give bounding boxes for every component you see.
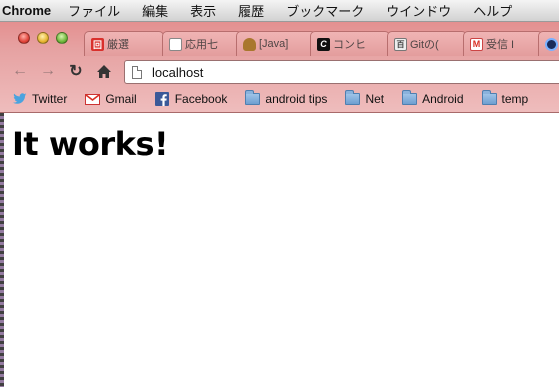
menu-edit[interactable]: 編集 bbox=[142, 1, 168, 20]
browser-frame: 回 厳選 応用七 [Java] C コンヒ 百 Gitの( M 受信 I ← → bbox=[0, 22, 559, 113]
bookmark-gmail[interactable]: Gmail bbox=[85, 92, 137, 106]
bookmark-label: temp bbox=[501, 92, 529, 106]
tab-label: [Java] bbox=[259, 38, 289, 50]
tab-5[interactable]: 百 Gitの( bbox=[387, 31, 467, 56]
tab-label: Gitの( bbox=[410, 39, 439, 51]
tab-4[interactable]: C コンヒ bbox=[310, 31, 390, 56]
bookmark-folder-android[interactable]: Android bbox=[402, 90, 464, 106]
gmail-icon: M bbox=[470, 37, 483, 51]
bookmark-label: Android bbox=[422, 92, 464, 106]
bookmark-folder-temp[interactable]: temp bbox=[481, 90, 529, 106]
menu-help[interactable]: ヘルプ bbox=[473, 1, 512, 20]
menu-window[interactable]: ウインドウ bbox=[386, 1, 451, 20]
menu-bookmarks[interactable]: ブックマーク bbox=[286, 1, 364, 20]
mac-menu-bar: Chrome ファイル 編集 表示 履歴 ブックマーク ウインドウ ヘルプ bbox=[0, 0, 559, 22]
folder-icon bbox=[245, 90, 261, 106]
page-icon bbox=[132, 65, 142, 79]
red-logo-icon: 回 bbox=[91, 37, 104, 51]
menu-file[interactable]: ファイル bbox=[68, 1, 120, 20]
bookmark-folder-net[interactable]: Net bbox=[345, 90, 385, 106]
folder-icon bbox=[345, 90, 361, 106]
tab-label: 厳選 bbox=[107, 39, 129, 51]
bookmark-label: Twitter bbox=[32, 92, 68, 106]
tab-6[interactable]: M 受信 I bbox=[463, 31, 543, 56]
home-icon[interactable] bbox=[95, 62, 113, 80]
facebook-icon bbox=[155, 92, 170, 106]
folder-icon bbox=[481, 90, 497, 106]
bookmark-folder-android-tips[interactable]: android tips bbox=[245, 90, 328, 106]
twitter-icon bbox=[12, 92, 27, 106]
address-bar[interactable]: localhost bbox=[124, 60, 559, 84]
poop-icon bbox=[243, 37, 256, 51]
bookmark-label: Facebook bbox=[174, 92, 228, 106]
swirl-icon bbox=[545, 37, 558, 51]
bookmarks-bar: Twitter Gmail Facebook android tips Net … bbox=[0, 86, 559, 113]
address-bar-url: localhost bbox=[152, 64, 204, 80]
tab-label: 受信 I bbox=[486, 39, 515, 51]
bookmark-facebook[interactable]: Facebook bbox=[155, 92, 228, 106]
menu-app-name[interactable]: Chrome bbox=[0, 3, 51, 18]
tab-label: コンヒ bbox=[333, 39, 366, 51]
reload-icon[interactable]: ↻ bbox=[67, 62, 85, 80]
tab-7[interactable] bbox=[538, 31, 559, 56]
hyaku-icon: 百 bbox=[394, 37, 407, 51]
close-window-button[interactable] bbox=[18, 32, 30, 44]
forward-arrow-icon[interactable]: → bbox=[39, 62, 57, 80]
page-content: It works! bbox=[0, 113, 559, 387]
tab-2[interactable]: 応用七 bbox=[162, 31, 242, 56]
bookmark-label: Net bbox=[365, 92, 385, 106]
menu-history[interactable]: 履歴 bbox=[238, 1, 264, 20]
page-icon bbox=[169, 37, 182, 51]
minimize-window-button[interactable] bbox=[37, 32, 49, 44]
bookmark-twitter[interactable]: Twitter bbox=[12, 92, 67, 106]
tab-1[interactable]: 回 厳選 bbox=[84, 31, 164, 56]
tab-strip: 回 厳選 応用七 [Java] C コンヒ 百 Gitの( M 受信 I bbox=[0, 22, 559, 56]
zoom-window-button[interactable] bbox=[56, 32, 68, 44]
bookmark-label: Gmail bbox=[105, 92, 137, 106]
bookmark-label: android tips bbox=[265, 92, 328, 106]
tab-3[interactable]: [Java] bbox=[236, 31, 316, 56]
gmail-icon bbox=[85, 92, 101, 106]
page-heading: It works! bbox=[12, 125, 169, 163]
tab-label: 応用七 bbox=[185, 39, 218, 51]
menu-view[interactable]: 表示 bbox=[190, 1, 216, 20]
c-logo-icon: C bbox=[317, 37, 330, 51]
toolbar: ← → ↻ localhost bbox=[0, 56, 559, 86]
desktop-edge bbox=[0, 113, 4, 387]
folder-icon bbox=[402, 90, 418, 106]
back-arrow-icon[interactable]: ← bbox=[11, 62, 29, 80]
